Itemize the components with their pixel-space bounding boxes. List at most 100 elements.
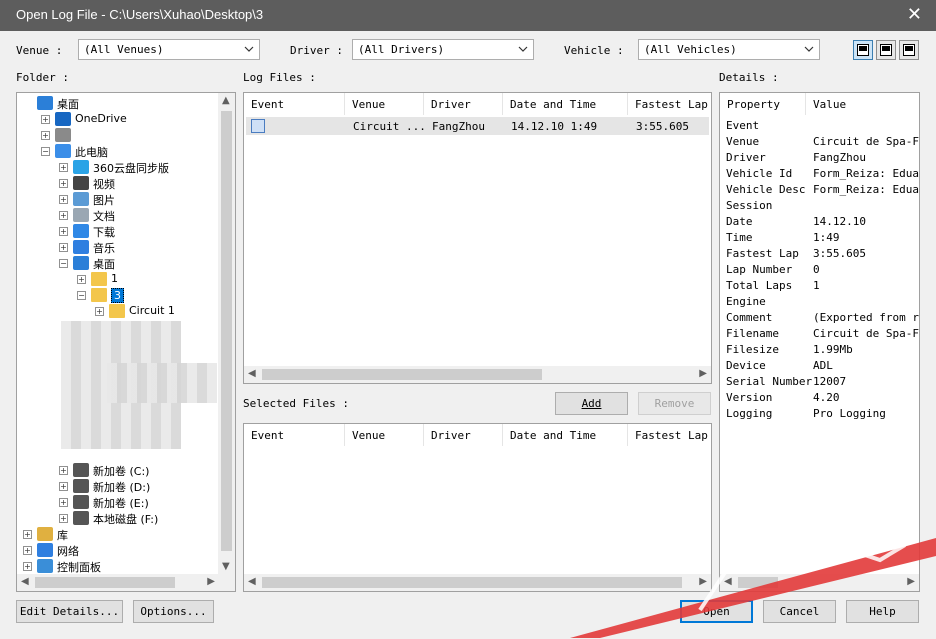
tree-item[interactable]: + bbox=[17, 127, 217, 143]
column-header-label: Venue bbox=[352, 429, 386, 442]
details-header-value[interactable]: Value bbox=[806, 93, 919, 115]
options-label: Options... bbox=[140, 605, 207, 618]
collapse-icon[interactable]: − bbox=[77, 291, 86, 300]
layout-view-1-button[interactable] bbox=[853, 40, 873, 60]
selected-header-fastest-lap[interactable]: Fastest Lap bbox=[628, 424, 711, 446]
detail-value: (Exported from rFactor) bbox=[813, 311, 919, 324]
scroll-left-icon[interactable]: ◀ bbox=[248, 576, 256, 587]
tree-item-label: 库 bbox=[57, 529, 68, 542]
folder-tree[interactable]: 桌面 + OneDrive + − 此电脑 +360云盘同步版 + 视频 + 图片 + 文档 + 下载 + 音乐… bbox=[16, 92, 236, 592]
music-icon bbox=[73, 240, 89, 254]
details-panel[interactable]: Property Value Event Venue Circuit de Spa-… bbox=[719, 92, 920, 592]
scroll-thumb[interactable] bbox=[262, 369, 542, 380]
collapse-icon[interactable]: − bbox=[59, 259, 68, 268]
detail-property: Event bbox=[726, 119, 760, 132]
expand-icon[interactable]: + bbox=[59, 163, 68, 172]
tree-item[interactable]: + Circuit 1 bbox=[17, 303, 217, 319]
expand-icon[interactable]: + bbox=[95, 307, 104, 316]
tree-item[interactable]: +1 bbox=[17, 271, 217, 287]
log-header-driver[interactable]: Driver bbox=[424, 93, 503, 115]
log-header-date-and-time[interactable]: Date and Time bbox=[503, 93, 628, 115]
tree-item-label: 本地磁盘 (F:) bbox=[93, 513, 159, 526]
expand-icon[interactable]: + bbox=[59, 179, 68, 188]
tree-item[interactable]: + OneDrive bbox=[17, 111, 217, 127]
selected-header-driver[interactable]: Driver bbox=[424, 424, 503, 446]
log-file-row[interactable]: Circuit ... FangZhou 14.12.10 1:49 3:55.605 bbox=[246, 117, 709, 135]
tree-item[interactable]: + 音乐 bbox=[17, 239, 217, 255]
layout-view-3-button[interactable] bbox=[899, 40, 919, 60]
title-bar: Open Log File - C:\Users\Xuhao\Desktop\3… bbox=[0, 0, 936, 31]
tree-item[interactable]: + 图片 bbox=[17, 191, 217, 207]
expand-icon[interactable]: + bbox=[23, 530, 32, 539]
close-icon[interactable]: ✕ bbox=[907, 4, 922, 24]
scroll-up-icon[interactable]: ▲ bbox=[222, 95, 230, 106]
expand-icon[interactable]: + bbox=[41, 131, 50, 140]
tree-item[interactable]: + 新加卷 (D:) bbox=[17, 478, 217, 494]
control-panel-icon bbox=[37, 559, 53, 573]
log-files-horizontal-scrollbar[interactable]: ◀ ▶ bbox=[244, 366, 711, 383]
remove-button[interactable]: Remove bbox=[638, 392, 711, 415]
scroll-thumb[interactable] bbox=[35, 577, 175, 588]
tree-item[interactable]: + 下载 bbox=[17, 223, 217, 239]
expand-icon[interactable]: + bbox=[41, 115, 50, 124]
layout-view-2-button[interactable] bbox=[876, 40, 896, 60]
scroll-down-icon[interactable]: ▼ bbox=[222, 561, 230, 572]
edit-details-button[interactable]: Edit Details... bbox=[16, 600, 123, 623]
selected-header-date-and-time[interactable]: Date and Time bbox=[503, 424, 628, 446]
tree-item[interactable]: + 本地磁盘 (F:) bbox=[17, 510, 217, 526]
selected-header-venue[interactable]: Venue bbox=[345, 424, 424, 446]
document-icon bbox=[73, 208, 89, 222]
options-button[interactable]: Options... bbox=[133, 600, 214, 623]
venue-dropdown[interactable]: (All Venues) bbox=[78, 39, 260, 60]
detail-value: Form_Reiza: Eduardo bbox=[813, 167, 919, 180]
scroll-left-icon[interactable]: ◀ bbox=[248, 368, 256, 379]
expand-icon[interactable]: + bbox=[59, 466, 68, 475]
collapse-icon[interactable]: − bbox=[41, 147, 50, 156]
expand-icon[interactable]: + bbox=[23, 562, 32, 571]
tree-item[interactable]: 桌面 bbox=[17, 95, 217, 111]
vehicle-value: (All Vehicles) bbox=[644, 43, 737, 56]
log-header-event[interactable]: Event bbox=[244, 93, 345, 115]
selected-header-event[interactable]: Event bbox=[244, 424, 345, 446]
tree-item[interactable]: − 此电脑 bbox=[17, 143, 217, 159]
scroll-thumb[interactable] bbox=[221, 111, 232, 551]
vehicle-dropdown[interactable]: (All Vehicles) bbox=[638, 39, 820, 60]
log-files-list[interactable]: Event Venue Driver Date and Time Fastest Lap… bbox=[243, 92, 712, 384]
tree-vertical-scrollbar[interactable]: ▲ ▼ bbox=[218, 93, 235, 574]
details-header-property[interactable]: Property bbox=[720, 93, 806, 115]
expand-icon[interactable]: + bbox=[59, 243, 68, 252]
tree-item[interactable]: + 视频 bbox=[17, 175, 217, 191]
driver-dropdown[interactable]: (All Drivers) bbox=[352, 39, 534, 60]
tree-item[interactable]: + 新加卷 (E:) bbox=[17, 494, 217, 510]
scroll-right-icon[interactable]: ▶ bbox=[207, 576, 215, 587]
tree-item[interactable]: − 桌面 bbox=[17, 255, 217, 271]
tree-item[interactable]: −3 bbox=[17, 287, 217, 303]
scroll-right-icon[interactable]: ▶ bbox=[699, 368, 707, 379]
expand-icon[interactable]: + bbox=[23, 546, 32, 555]
chevron-down-icon bbox=[518, 46, 528, 52]
tree-item[interactable]: + 新加卷 (C:) bbox=[17, 462, 217, 478]
tree-item[interactable]: +360云盘同步版 bbox=[17, 159, 217, 175]
expand-icon[interactable]: + bbox=[59, 211, 68, 220]
tree-item[interactable]: + 控制面板 bbox=[17, 558, 217, 574]
scroll-left-icon[interactable]: ◀ bbox=[21, 576, 29, 587]
tree-item[interactable]: + 文档 bbox=[17, 207, 217, 223]
expand-icon[interactable]: + bbox=[59, 227, 68, 236]
chevron-down-icon bbox=[804, 46, 814, 52]
detail-property: Session bbox=[726, 199, 773, 212]
detail-property: Fastest Lap bbox=[726, 247, 799, 260]
expand-icon[interactable]: + bbox=[59, 195, 68, 204]
add-button[interactable]: Add bbox=[555, 392, 628, 415]
log-file-fastest: 3:55.605 bbox=[636, 120, 689, 133]
detail-value: Form_Reiza: Eduardo bbox=[813, 183, 919, 196]
log-header-venue[interactable]: Venue bbox=[345, 93, 424, 115]
expand-icon[interactable]: + bbox=[59, 498, 68, 507]
tree-item[interactable]: + 网络 bbox=[17, 542, 217, 558]
tree-item[interactable]: + 库 bbox=[17, 526, 217, 542]
expand-icon[interactable]: + bbox=[77, 275, 86, 284]
detail-value: Circuit de Spa-Francorchamps bbox=[813, 327, 919, 340]
expand-icon[interactable]: + bbox=[59, 514, 68, 523]
expand-icon[interactable]: + bbox=[59, 482, 68, 491]
log-header-fastest-lap[interactable]: Fastest Lap bbox=[628, 93, 711, 115]
tree-horizontal-scrollbar[interactable]: ◀ ▶ bbox=[17, 574, 235, 591]
